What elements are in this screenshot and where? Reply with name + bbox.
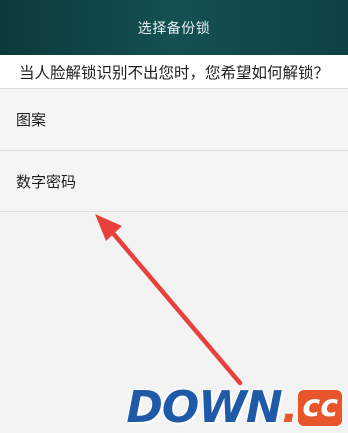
prompt-text: 当人脸解锁识别不出您时，您希望如何解锁？ <box>18 63 329 82</box>
down-cc-watermark-logo: DOWN . cc <box>126 386 342 430</box>
arrow-head-icon <box>95 214 122 241</box>
arrow-shaft <box>109 229 243 386</box>
option-pattern[interactable]: 图案 <box>0 88 348 150</box>
watermark-dot: . <box>281 382 299 433</box>
page-title: 选择备份锁 <box>137 20 211 37</box>
option-pattern-label: 图案 <box>16 111 47 129</box>
option-pin-label: 数字密码 <box>16 172 77 191</box>
backup-lock-options: 图案 数字密码 <box>0 88 348 212</box>
title-bar: 选择备份锁 <box>0 0 348 55</box>
watermark-main: DOWN <box>126 382 282 433</box>
unlock-prompt: 当人脸解锁识别不出您时，您希望如何解锁？ <box>0 55 348 88</box>
watermark-tld: cc <box>298 390 342 426</box>
option-pin[interactable]: 数字密码 <box>0 150 348 212</box>
